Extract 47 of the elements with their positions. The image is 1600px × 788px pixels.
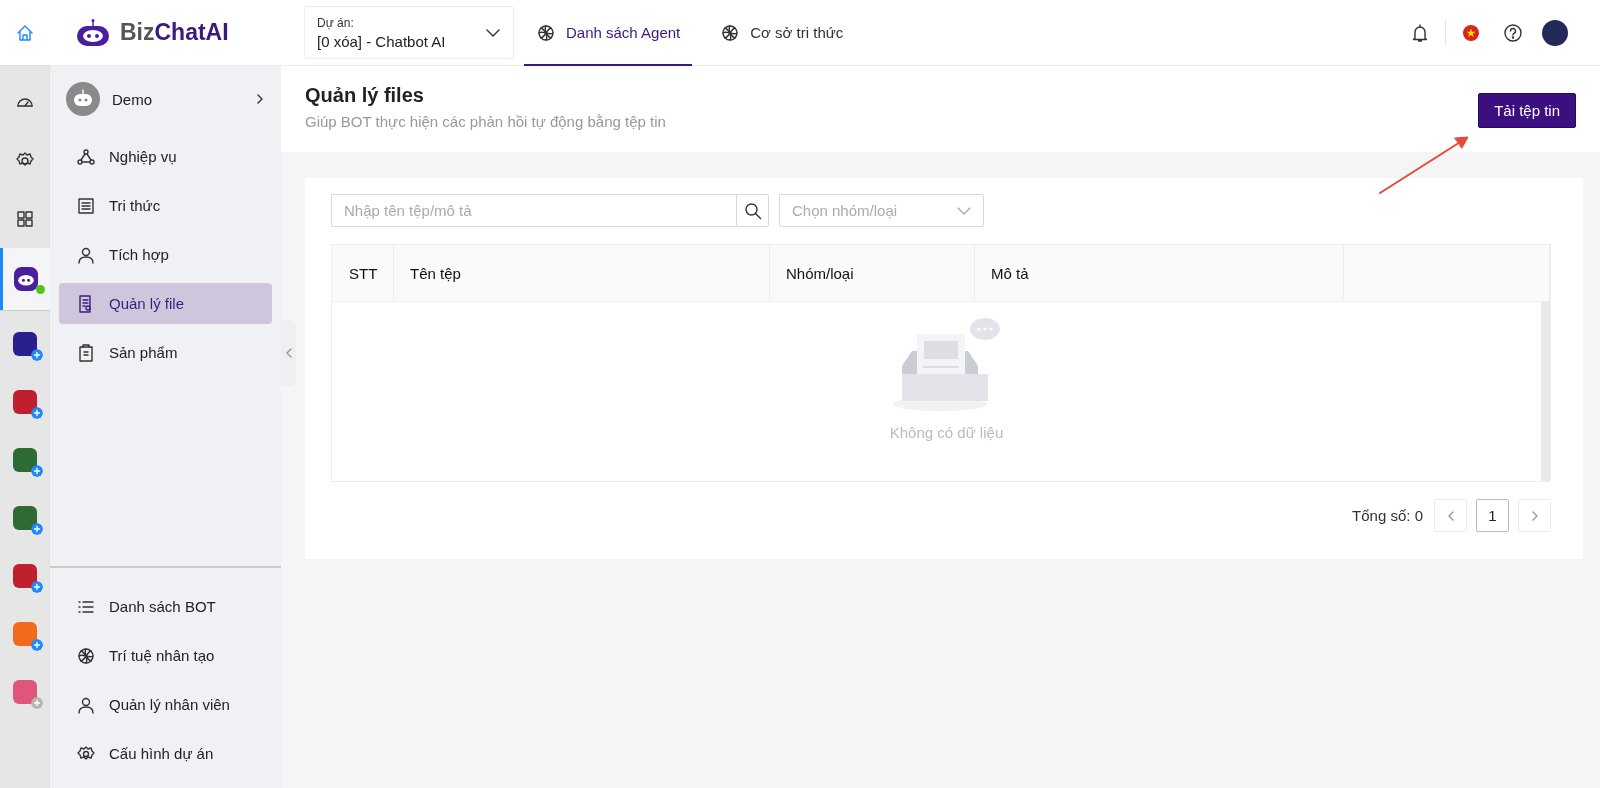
chevron-right-icon: [255, 92, 265, 106]
column-header: Tên tệp: [394, 245, 770, 301]
sidebar-item[interactable]: Quản lý nhân viên: [59, 684, 272, 725]
search-button[interactable]: [736, 194, 769, 227]
sidebar-item[interactable]: Tích hợp: [59, 234, 272, 275]
sidebar-item[interactable]: Sản phẩm: [59, 332, 272, 373]
chevron-left-icon: [284, 346, 293, 360]
page-button[interactable]: 1: [1476, 499, 1509, 532]
sidebar-item[interactable]: Trí tuệ nhân tạo: [59, 635, 272, 676]
project-label: Dự án:: [317, 15, 355, 30]
nav-tab[interactable]: Cơ sở tri thức: [708, 0, 856, 66]
flag-icon[interactable]: [1462, 23, 1480, 42]
page-subtitle: Giúp BOT thực hiện các phản hồi tự động bằng tệp tin: [305, 113, 667, 130]
swirl-icon: [720, 22, 741, 43]
bell-icon[interactable]: [1411, 22, 1429, 43]
logo-text: BizChatAI: [120, 19, 229, 46]
page-title: Quản lý files: [305, 84, 425, 107]
total-count: Tổng số: 0: [1352, 507, 1423, 524]
column-header: Mô tả: [975, 245, 1344, 301]
sidebar-item[interactable]: Quản lý file: [59, 283, 272, 324]
upload-button[interactable]: Tải tệp tin: [1478, 93, 1576, 128]
sidebar-item[interactable]: Tri thức: [59, 185, 272, 226]
list-icon: [76, 195, 96, 216]
chevron-down-icon: [957, 206, 971, 215]
chevron-down-icon: [485, 27, 501, 38]
bot-icon: [13, 266, 39, 292]
clipboard-icon: [76, 342, 96, 363]
search-icon: [743, 201, 762, 220]
sidebar-item[interactable]: Danh sách BOT: [59, 586, 272, 627]
project-value: [0 xóa] - Chatbot AI: [317, 32, 447, 50]
column-header: Nhóm/loại: [770, 245, 975, 301]
bot-name: Demo: [112, 90, 153, 108]
collapse-handle[interactable]: [281, 320, 296, 386]
swirl-icon: [76, 645, 96, 666]
user-avatar[interactable]: [1542, 19, 1568, 46]
sidebar-item[interactable]: Cấu hình dự án: [59, 733, 272, 774]
empty-message: Không có dữ liệu: [889, 424, 1004, 441]
search-field[interactable]: Nhập tên tệp/mô tả: [331, 194, 736, 227]
swirl-icon: [536, 22, 556, 43]
grid-icon: [14, 209, 35, 229]
sidebar-item[interactable]: Nghiệp vụ: [59, 136, 272, 177]
help-icon[interactable]: [1503, 22, 1523, 43]
bot-selector[interactable]: Demo: [50, 66, 281, 132]
project-dropdown[interactable]: Dự án: [0 xóa] - Chatbot AI: [304, 6, 514, 59]
network-icon: [76, 146, 96, 167]
robot-logo-icon: [74, 17, 112, 48]
column-header: STT: [332, 245, 394, 301]
